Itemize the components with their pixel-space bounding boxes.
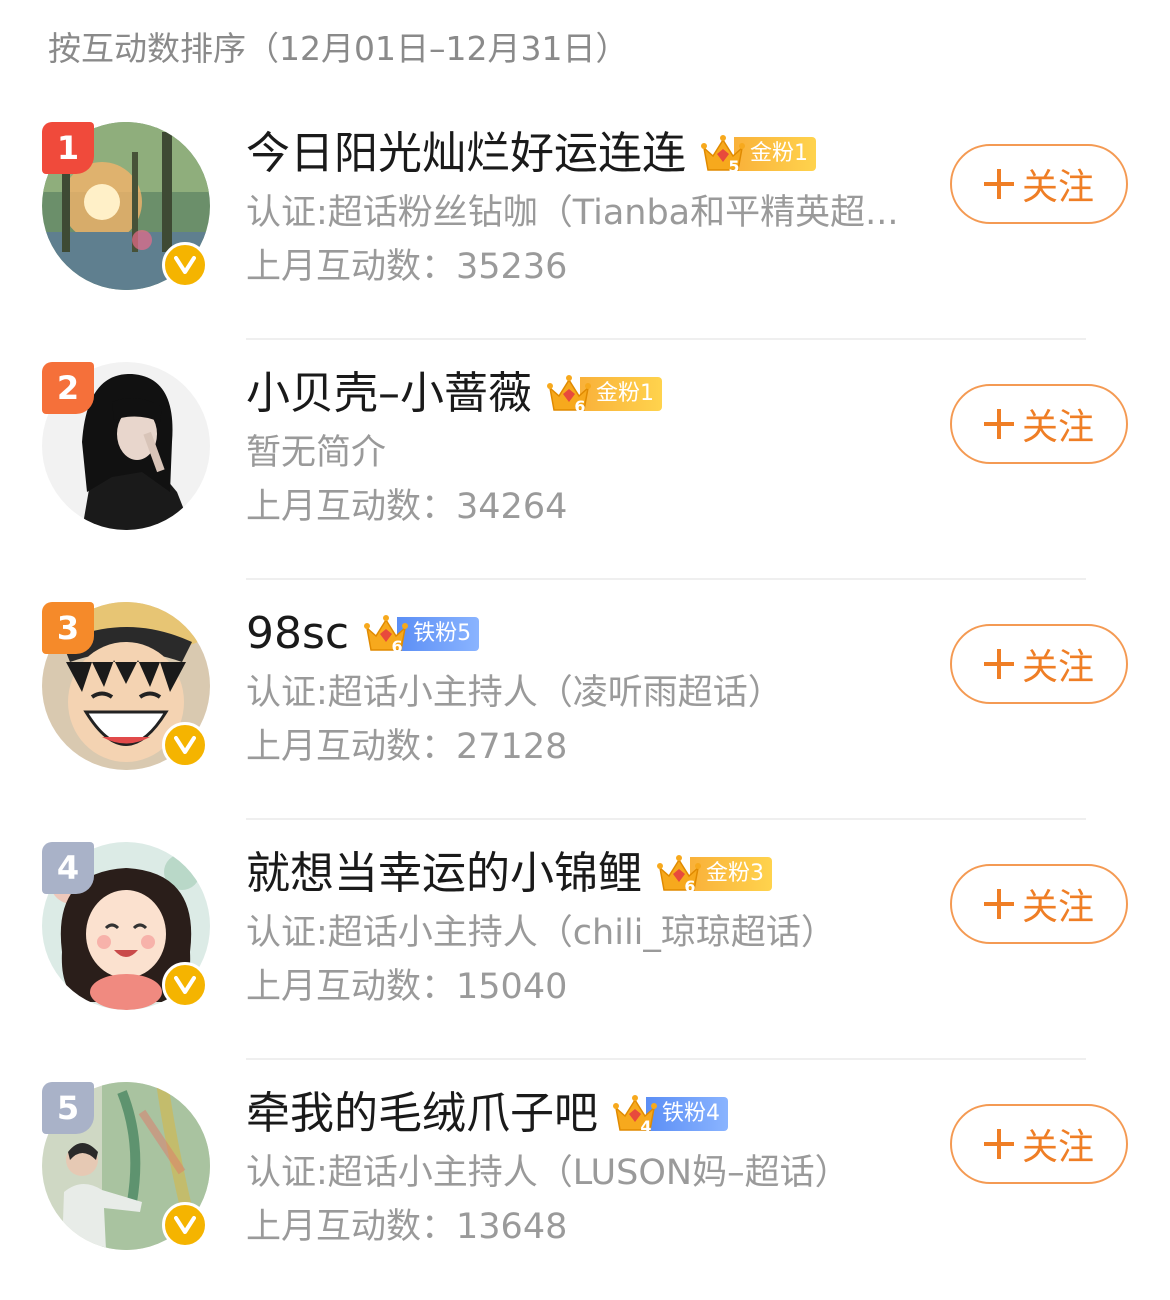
user-name[interactable]: 小贝壳–小蔷薇 [246, 366, 532, 422]
list-item[interactable]: 1 今日阳光灿烂好运连连 5 金粉1 认证:超话粉丝钻咖（Tianba和平精英超… [0, 100, 1170, 340]
plus-icon [983, 1129, 1014, 1159]
fan-level-badge: 6 金粉3 [656, 855, 772, 896]
verified-icon [162, 242, 208, 288]
verified-icon [162, 962, 208, 1008]
interaction-count: 上月互动数：27128 [246, 727, 568, 767]
plus-icon [983, 649, 1014, 679]
user-description: 认证:超话小主持人（LUSON妈–超话） [246, 1153, 850, 1193]
follow-button[interactable]: 关注 [950, 624, 1128, 704]
fan-level-badge: 6 铁粉5 [363, 615, 480, 656]
list-item[interactable]: 2 小贝壳–小蔷薇 6 金粉1 暂无简介 上月互动数：34264 关注 [0, 340, 1170, 580]
user-description: 认证:超话小主持人（chili_琼琼超话） [246, 913, 836, 953]
fan-level-badge: 5 金粉1 [700, 135, 816, 176]
plus-icon [983, 889, 1014, 919]
user-description: 认证:超话粉丝钻咖（Tianba和平精英超... [246, 193, 899, 233]
user-name[interactable]: 今日阳光灿烂好运连连 [246, 126, 686, 182]
user-name[interactable]: 就想当幸运的小锦鲤 [246, 846, 642, 902]
plus-icon [983, 169, 1014, 199]
rank-badge: 5 [42, 1082, 94, 1134]
sort-header: 按互动数排序（12月01日–12月31日） [48, 29, 629, 68]
list-item[interactable]: 4 就想当幸运的小锦鲤 6 金粉3 认证:超话小主持人（chili_琼琼超话） … [0, 820, 1170, 1060]
user-name[interactable]: 98sc [246, 606, 349, 662]
verified-icon [162, 1202, 208, 1248]
verified-icon [162, 722, 208, 768]
list-item[interactable]: 3 98sc 6 铁粉5 认证:超话小主持人（凌听雨超话） 上月互动数：2712… [0, 580, 1170, 820]
rank-badge: 1 [42, 122, 94, 174]
fan-level-badge: 4 铁粉4 [612, 1095, 728, 1136]
interaction-count: 上月互动数：15040 [246, 967, 568, 1007]
interaction-count: 上月互动数：13648 [246, 1207, 568, 1247]
follow-button[interactable]: 关注 [950, 1104, 1128, 1184]
interaction-count: 上月互动数：34264 [246, 487, 568, 527]
follow-button[interactable]: 关注 [950, 864, 1128, 944]
user-description: 认证:超话小主持人（凌听雨超话） [246, 673, 783, 713]
user-name[interactable]: 牵我的毛绒爪子吧 [246, 1086, 598, 1142]
plus-icon [983, 409, 1014, 439]
fan-level-badge: 6 金粉1 [546, 375, 662, 416]
rank-badge: 3 [42, 602, 94, 654]
interaction-count: 上月互动数：35236 [246, 247, 568, 287]
rank-badge: 4 [42, 842, 94, 894]
follow-button[interactable]: 关注 [950, 144, 1128, 224]
follow-button[interactable]: 关注 [950, 384, 1128, 464]
user-description: 暂无简介 [246, 433, 387, 473]
rank-badge: 2 [42, 362, 94, 414]
list-item[interactable]: 5 牵我的毛绒爪子吧 4 铁粉4 认证:超话小主持人（LUSON妈–超话） 上月… [0, 1060, 1170, 1300]
